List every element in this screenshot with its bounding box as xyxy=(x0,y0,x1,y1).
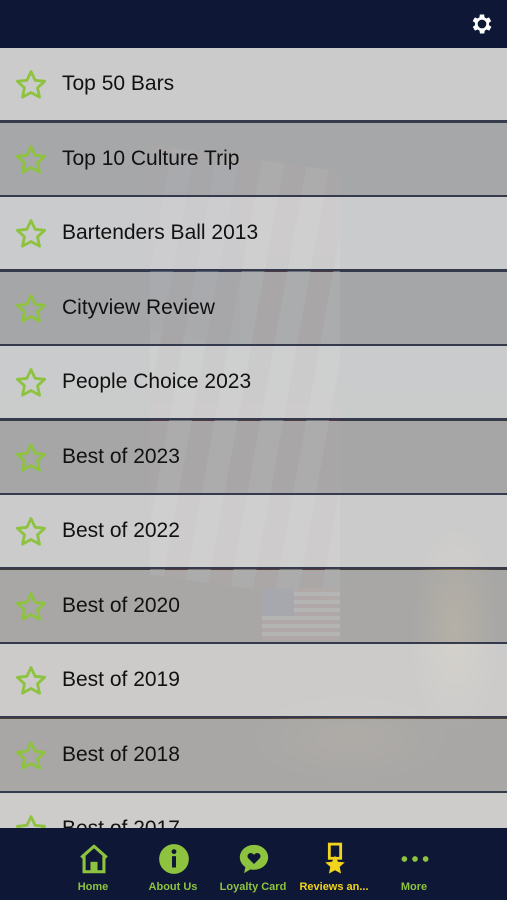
list-item[interactable]: Best of 2019 xyxy=(0,644,507,718)
list-item[interactable]: People Choice 2023 xyxy=(0,346,507,420)
list-item-label: People Choice 2023 xyxy=(62,370,252,393)
star-outline-icon xyxy=(14,143,48,177)
list-item[interactable]: Best of 2018 xyxy=(0,718,507,793)
list-item[interactable]: Best of 2017 xyxy=(0,793,507,828)
home-icon xyxy=(77,842,111,876)
star-outline-icon xyxy=(14,664,48,698)
list-item[interactable]: Top 10 Culture Trip xyxy=(0,122,507,197)
star-outline-icon xyxy=(14,590,48,624)
list-item[interactable]: Cityview Review xyxy=(0,271,507,346)
list-item-label: Top 10 Culture Trip xyxy=(62,146,240,170)
award-star-icon xyxy=(318,842,352,876)
tab-loyalty-card[interactable]: Loyalty Card xyxy=(213,828,293,900)
tab-home[interactable]: Home xyxy=(53,828,133,900)
tab-label: Reviews an... xyxy=(299,881,369,893)
list-item-label: Best of 2019 xyxy=(62,668,180,691)
star-outline-icon xyxy=(14,813,48,828)
more-dots-icon xyxy=(398,842,432,876)
list-item[interactable]: Top 50 Bars xyxy=(0,48,507,122)
list-item-label: Cityview Review xyxy=(62,295,215,319)
star-outline-icon xyxy=(14,515,48,549)
star-outline-icon xyxy=(14,68,48,102)
list-item-label: Top 50 Bars xyxy=(62,72,175,95)
star-outline-icon xyxy=(14,441,48,475)
tab-label: Home xyxy=(77,881,109,893)
tab-label: More xyxy=(400,881,428,893)
star-outline-icon xyxy=(14,217,48,251)
tab-more[interactable]: More xyxy=(374,828,454,900)
list-item-label: Best of 2017 xyxy=(62,817,180,828)
list-item[interactable]: Best of 2023 xyxy=(0,420,507,495)
star-outline-icon xyxy=(14,739,48,773)
info-icon xyxy=(157,842,191,876)
gear-icon[interactable] xyxy=(469,11,495,37)
heart-bubble-icon xyxy=(237,842,271,876)
list-item-label: Best of 2022 xyxy=(62,519,180,542)
star-outline-icon xyxy=(14,366,48,400)
list-item-label: Best of 2018 xyxy=(62,742,180,766)
list-item[interactable]: Best of 2020 xyxy=(0,569,507,644)
top-bar xyxy=(0,0,507,48)
reviews-list-area[interactable]: Top 50 Bars Top 10 Culture Trip Bartenders… xyxy=(0,48,507,828)
tab-reviews-an[interactable]: Reviews an... xyxy=(294,828,374,900)
list-item[interactable]: Bartenders Ball 2013 xyxy=(0,197,507,271)
tab-bar: Home About Us Loyalty Card Reviews an... Mor… xyxy=(0,828,507,900)
list-item[interactable]: Best of 2022 xyxy=(0,495,507,569)
star-outline-icon xyxy=(14,292,48,326)
list-item-label: Best of 2023 xyxy=(62,444,180,468)
list-item-label: Bartenders Ball 2013 xyxy=(62,221,259,244)
tab-label: Loyalty Card xyxy=(219,881,287,893)
tab-about-us[interactable]: About Us xyxy=(133,828,213,900)
list-item-label: Best of 2020 xyxy=(62,593,180,617)
tab-label: About Us xyxy=(148,881,198,893)
